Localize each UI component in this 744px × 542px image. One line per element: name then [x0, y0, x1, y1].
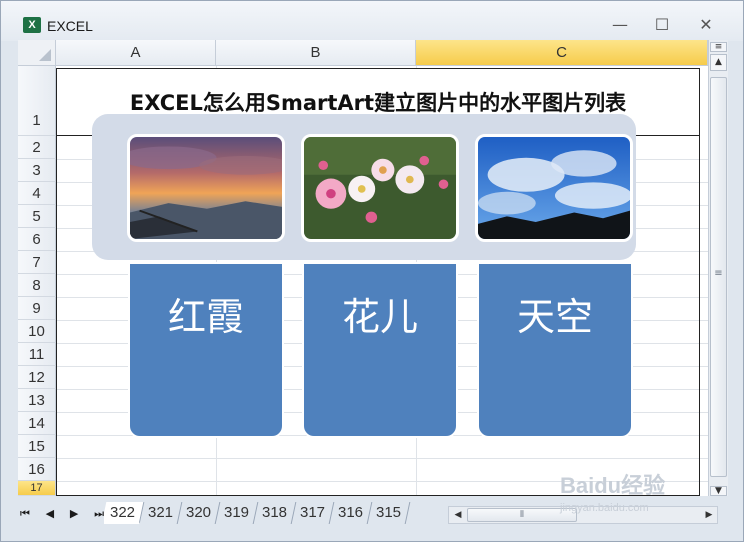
restore-icon: ☐ [654, 15, 670, 34]
window-title: EXCEL [47, 18, 93, 34]
sheet-tab-318[interactable]: 318 [253, 502, 297, 524]
restore-button[interactable]: ☐ [649, 15, 675, 35]
watermark-site: jingyan.baidu.com [560, 502, 649, 514]
row-header-6[interactable]: 6 [18, 228, 56, 251]
pink-flowers-photo[interactable] [301, 134, 459, 242]
watermark-brand: Baidu经验 [560, 473, 666, 498]
column-header-a[interactable]: A [56, 40, 216, 66]
scroll-down-button[interactable]: ▼ [710, 486, 727, 496]
sunset-clouds-image [130, 137, 282, 239]
sheet-tabs: 322 321 320 319 318 317 316 315 [104, 502, 436, 526]
baidu-watermark: Baidu经验 jingyan.baidu.com [560, 468, 700, 528]
next-sheet-icon[interactable]: ▶ [70, 507, 78, 523]
sheet-tab-316[interactable]: 316 [329, 502, 373, 524]
row-header-15[interactable]: 15 [18, 435, 56, 458]
row-header-7[interactable]: 7 [18, 251, 56, 274]
blue-sky-image [478, 137, 630, 239]
grip-icon: ⦀ [520, 510, 524, 520]
sunset-clouds-photo[interactable] [127, 134, 285, 242]
row-header-4[interactable]: 4 [18, 182, 56, 205]
sheet-tab-320[interactable]: 320 [177, 502, 221, 524]
smartart-label-1[interactable]: 花儿 [302, 262, 458, 438]
first-sheet-icon[interactable]: ⏮ [20, 507, 30, 523]
row-header-12[interactable]: 12 [18, 366, 56, 389]
title-bar: X EXCEL — ☐ ✕ [1, 1, 743, 41]
scroll-right-button[interactable]: ▶ [701, 508, 717, 522]
minimize-button[interactable]: — [607, 15, 633, 35]
scroll-left-button[interactable]: ◀ [450, 508, 466, 522]
select-all-corner[interactable] [18, 40, 56, 66]
grip-icon: ≡ [714, 268, 723, 279]
scroll-up-button[interactable]: ▲ [710, 54, 727, 71]
smartart-label-2[interactable]: 天空 [477, 262, 633, 438]
column-header-c[interactable]: C [416, 40, 708, 66]
minimize-icon: — [612, 15, 628, 34]
vertical-scrollbar[interactable]: ≡ ▲ ≡ ▼ [708, 40, 728, 496]
sheet-navigation: ⏮ ◀ ▶ ⏭ [20, 507, 104, 523]
vertical-scroll-thumb[interactable]: ≡ [710, 77, 727, 477]
row-header-17[interactable]: 17 [18, 481, 56, 496]
row-header-3[interactable]: 3 [18, 159, 56, 182]
row-header-9[interactable]: 9 [18, 297, 56, 320]
pink-flowers-image [304, 137, 456, 239]
row-header-13[interactable]: 13 [18, 389, 56, 412]
row-header-8[interactable]: 8 [18, 274, 56, 297]
close-icon: ✕ [699, 15, 713, 34]
sheet-tab-321[interactable]: 321 [139, 502, 183, 524]
row-header-16[interactable]: 16 [18, 458, 56, 481]
row-header-11[interactable]: 11 [18, 343, 56, 366]
row-header-10[interactable]: 10 [18, 320, 56, 343]
prev-sheet-icon[interactable]: ◀ [46, 507, 54, 523]
sheet-tab-322[interactable]: 322 [104, 502, 145, 524]
sheet-tab-315[interactable]: 315 [367, 502, 411, 524]
excel-app-icon: X [23, 17, 41, 33]
blue-sky-photo[interactable] [475, 134, 633, 242]
sheet-tab-317[interactable]: 317 [291, 502, 335, 524]
row-header-5[interactable]: 5 [18, 205, 56, 228]
close-button[interactable]: ✕ [693, 15, 719, 35]
smartart-label-0[interactable]: 红霞 [128, 262, 284, 438]
sheet-tab-319[interactable]: 319 [215, 502, 259, 524]
split-box[interactable]: ≡ [710, 42, 727, 52]
column-header-b[interactable]: B [216, 40, 416, 66]
row-header-2[interactable]: 2 [18, 136, 56, 159]
row-header-1[interactable]: 1 [18, 66, 56, 136]
last-sheet-icon[interactable]: ⏭ [94, 507, 104, 523]
row-header-14[interactable]: 14 [18, 412, 56, 435]
